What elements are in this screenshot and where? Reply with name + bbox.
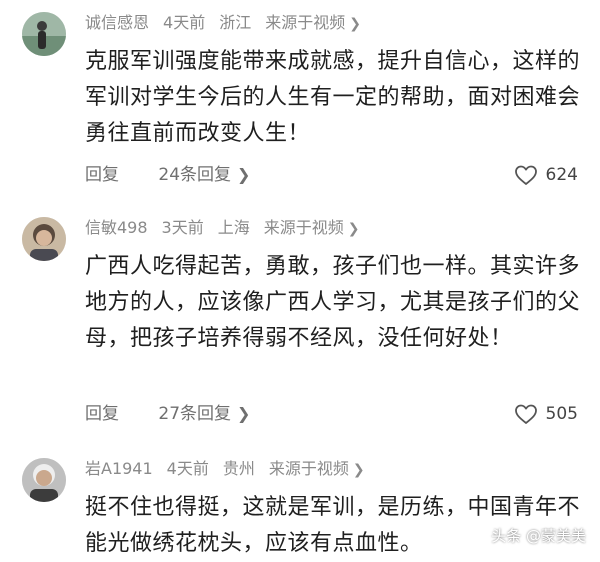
like-button[interactable]: 624 bbox=[514, 162, 578, 188]
heart-outline-icon bbox=[514, 404, 537, 424]
avatar[interactable] bbox=[22, 458, 66, 502]
comment-time: 4天前 bbox=[166, 459, 209, 478]
chevron-right-icon: ❯ bbox=[347, 221, 360, 237]
chevron-right-icon: ❯ bbox=[349, 16, 361, 32]
chevron-right-icon: ❯ bbox=[237, 165, 251, 184]
comment-text: 广西人吃得起苦，勇敢，孩子们也一样。其实许多地方的人，应该像广西人学习，尤其是孩… bbox=[85, 254, 581, 351]
comment-location: 上海 bbox=[217, 218, 250, 237]
reply-button[interactable]: 回复 bbox=[85, 404, 119, 424]
view-replies-button[interactable]: 27条回复 ❯ bbox=[158, 404, 250, 424]
like-count: 624 bbox=[545, 165, 578, 185]
avatar[interactable] bbox=[22, 217, 66, 261]
username[interactable]: 岩A1941 bbox=[85, 459, 153, 478]
comment-meta: 信敏498 3天前 上海 来源于视频 ❯ bbox=[85, 215, 374, 241]
source-link[interactable]: 来源于视频 bbox=[264, 218, 344, 237]
comment-meta: 岩A1941 4天前 贵州 来源于视频 ❯ bbox=[85, 456, 379, 482]
like-button[interactable]: 505 bbox=[514, 401, 578, 427]
watermark: 头条 @蒙美美 bbox=[491, 527, 586, 545]
username[interactable]: 信敏498 bbox=[85, 218, 148, 237]
replies-count: 27条回复 bbox=[158, 404, 232, 424]
comment-meta: 诚信感恩 4天前 浙江 来源于视频 ❯ bbox=[85, 10, 375, 36]
reply-button[interactable]: 回复 bbox=[85, 165, 119, 185]
comment-actions: 回复 24条回复 ❯ 624 bbox=[85, 162, 578, 188]
replies-count: 24条回复 bbox=[158, 165, 232, 185]
source-link[interactable]: 来源于视频 bbox=[269, 459, 349, 478]
comment-location: 浙江 bbox=[219, 13, 252, 32]
heart-outline-icon bbox=[514, 165, 537, 185]
chevron-right-icon: ❯ bbox=[352, 462, 365, 478]
comment-time: 4天前 bbox=[163, 13, 206, 32]
source-link[interactable]: 来源于视频 bbox=[265, 13, 345, 32]
username[interactable]: 诚信感恩 bbox=[85, 13, 149, 32]
view-replies-button[interactable]: 24条回复 ❯ bbox=[158, 165, 250, 185]
comment-time: 3天前 bbox=[161, 218, 204, 237]
comment-text: 克服军训强度能带来成就感，提升自信心，这样的军训对学生今后的人生有一定的帮助，面… bbox=[85, 49, 581, 146]
comment-location: 贵州 bbox=[222, 459, 255, 478]
chevron-right-icon: ❯ bbox=[237, 404, 251, 423]
avatar[interactable] bbox=[22, 12, 66, 56]
like-count: 505 bbox=[545, 404, 578, 424]
comment-actions: 回复 27条回复 ❯ 505 bbox=[85, 401, 578, 427]
